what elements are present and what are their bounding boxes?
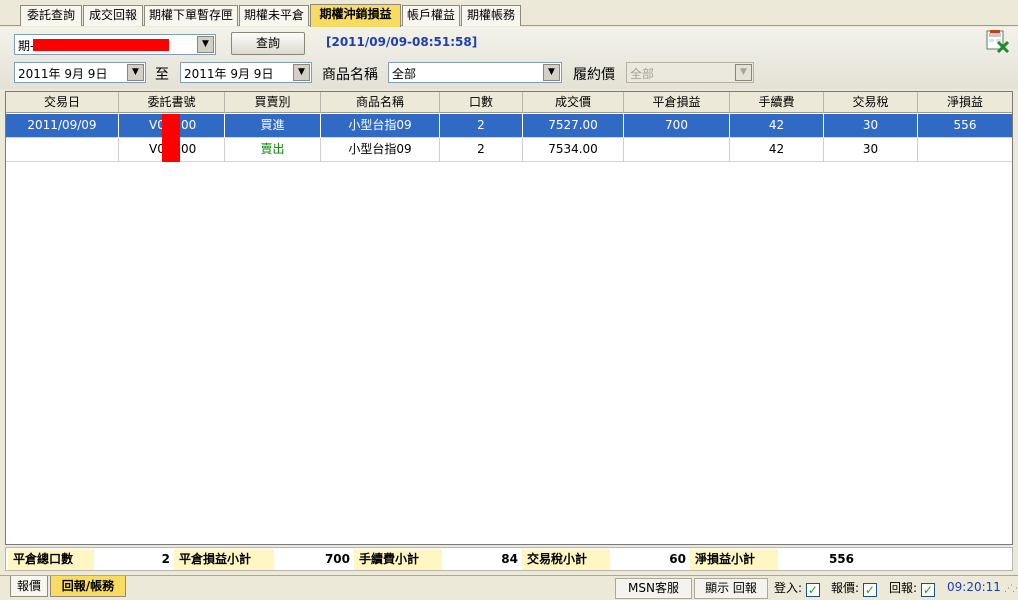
tab-bar: 委託查詢 成交回報 期權下單暫存匣 期權未平倉 期權沖銷損益 帳戶權益 期權帳務 <box>0 0 1018 27</box>
table-row[interactable]: 2011/09/09 V0 00 買進 小型台指09 2 7527.00 700… <box>6 114 1012 138</box>
date-from-picker[interactable]: 2011年 9月 9日 ▼ <box>14 62 146 83</box>
status-bar: 報價 回報/帳務 MSN客服 顯示 回報 登入: ✓ 報價: ✓ 回報: ✓ 0… <box>0 575 1018 600</box>
login-checkbox[interactable]: ✓ <box>805 583 820 597</box>
query-toolbar: 期- ▼ 查詢 [2011/09/09-08:51:58] 2011年 9月 9… <box>0 27 1018 89</box>
reply-label: 回報: <box>889 581 918 595</box>
tab-account-equity[interactable]: 帳戶權益 <box>402 5 460 26</box>
account-prefix: 期- <box>18 39 35 53</box>
excel-export-icon[interactable] <box>986 29 1010 53</box>
col-price[interactable]: 成交價 <box>523 92 624 113</box>
cell-offset-pnl: 700 <box>624 114 730 138</box>
reply-status: 回報: ✓ <box>889 579 935 598</box>
pnl-subtotal-label: 平倉損益小計 <box>174 549 274 570</box>
col-fee[interactable]: 手續費 <box>730 92 824 113</box>
query-button[interactable]: 查詢 <box>231 32 305 55</box>
cell-tax: 30 <box>824 138 918 162</box>
summary-bar: 平倉總口數 2 平倉損益小計 700 手續費小計 84 交易稅小計 60 淨損益… <box>5 547 1013 571</box>
cell-qty: 2 <box>440 138 523 162</box>
product-label: 商品名稱 <box>322 67 378 83</box>
col-side[interactable]: 買賣別 <box>225 92 321 113</box>
clock: 09:20:11 <box>947 580 1001 594</box>
account-select[interactable]: 期- ▼ <box>14 34 216 55</box>
cell-price: 7534.00 <box>523 138 624 162</box>
grid-header: 交易日 委託書號 買賣別 商品名稱 口數 成交價 平倉損益 手續費 交易稅 淨損… <box>6 92 1012 113</box>
cell-qty: 2 <box>440 114 523 138</box>
net-subtotal-value: 556 <box>828 552 854 566</box>
chevron-down-icon[interactable]: ▼ <box>197 36 214 53</box>
date-to-picker[interactable]: 2011年 9月 9日 ▼ <box>180 62 312 83</box>
date-range-to-label: 至 <box>155 67 169 83</box>
quote-status: 報價: ✓ <box>831 579 877 598</box>
cell-trade-date <box>6 138 119 162</box>
cell-product: 小型台指09 <box>321 138 440 162</box>
chevron-down-icon[interactable]: ▼ <box>293 64 310 81</box>
col-offset-pnl[interactable]: 平倉損益 <box>624 92 730 113</box>
cell-trade-date: 2011/09/09 <box>6 114 119 138</box>
msn-support-button[interactable]: MSN客服 <box>615 578 692 599</box>
bottom-tab-reports[interactable]: 回報/帳務 <box>50 576 126 597</box>
order-no-suffix: 00 <box>181 118 197 132</box>
cell-tax: 30 <box>824 114 918 138</box>
col-qty[interactable]: 口數 <box>440 92 523 113</box>
col-tax[interactable]: 交易稅 <box>824 92 918 113</box>
cell-price: 7527.00 <box>523 114 624 138</box>
table-row[interactable]: V0 00 賣出 小型台指09 2 7534.00 42 30 <box>6 138 1012 162</box>
cell-offset-pnl <box>624 138 730 162</box>
cell-product: 小型台指09 <box>321 114 440 138</box>
total-qty-label: 平倉總口數 <box>8 549 94 570</box>
product-value: 全部 <box>392 67 417 81</box>
tab-fill-report[interactable]: 成交回報 <box>83 5 143 26</box>
cell-fee: 42 <box>730 114 824 138</box>
col-net-pnl[interactable]: 淨損益 <box>918 92 1012 113</box>
fee-subtotal-value: 84 <box>501 552 518 566</box>
quote-label: 報價: <box>831 581 860 595</box>
strike-label: 履約價 <box>573 67 615 83</box>
login-label: 登入: <box>774 581 803 595</box>
date-from-value: 2011年 9月 9日 <box>18 67 108 81</box>
show-report-button[interactable]: 顯示 回報 <box>694 578 768 599</box>
account-redaction <box>33 39 169 51</box>
total-qty-value: 2 <box>161 552 170 566</box>
chevron-down-icon[interactable]: ▼ <box>543 64 560 81</box>
date-to-value: 2011年 9月 9日 <box>184 67 274 81</box>
chevron-down-icon[interactable]: ▼ <box>127 64 144 81</box>
pnl-subtotal-value: 700 <box>324 552 350 566</box>
tab-order-draft[interactable]: 期權下單暫存匣 <box>144 5 238 26</box>
tax-subtotal-value: 60 <box>669 552 686 566</box>
cell-fee: 42 <box>730 138 824 162</box>
cell-side: 賣出 <box>225 138 321 162</box>
query-timestamp: [2011/09/09-08:51:58] <box>326 35 478 49</box>
cell-net-pnl <box>918 138 1012 162</box>
strike-select: 全部 ▼ <box>626 62 754 83</box>
resize-grip-icon[interactable]: ⋰⋰ <box>1004 584 1018 594</box>
offset-pnl-grid[interactable]: 交易日 委託書號 買賣別 商品名稱 口數 成交價 平倉損益 手續費 交易稅 淨損… <box>5 91 1013 545</box>
quote-checkbox[interactable]: ✓ <box>862 583 877 597</box>
tab-order-query[interactable]: 委託查詢 <box>20 5 82 26</box>
order-no-suffix: 00 <box>181 142 197 156</box>
order-no-redaction <box>162 114 180 162</box>
fee-subtotal-label: 手續費小計 <box>354 549 442 570</box>
col-trade-date[interactable]: 交易日 <box>6 92 119 113</box>
strike-value: 全部 <box>630 67 655 81</box>
reply-checkbox[interactable]: ✓ <box>920 583 935 597</box>
tax-subtotal-label: 交易稅小計 <box>522 549 610 570</box>
tab-offset-pnl[interactable]: 期權沖銷損益 <box>310 4 401 27</box>
cell-net-pnl: 556 <box>953 118 977 132</box>
chevron-down-icon: ▼ <box>735 64 752 81</box>
cell-side: 買進 <box>225 114 321 138</box>
col-product[interactable]: 商品名稱 <box>321 92 440 113</box>
col-order-no[interactable]: 委託書號 <box>119 92 225 113</box>
product-select[interactable]: 全部 ▼ <box>388 62 562 83</box>
bottom-tab-quotes[interactable]: 報價 <box>10 576 48 597</box>
tab-account-ledger[interactable]: 期權帳務 <box>461 5 521 26</box>
net-subtotal-label: 淨損益小計 <box>690 549 778 570</box>
tab-open-positions[interactable]: 期權未平倉 <box>239 5 309 26</box>
login-status: 登入: ✓ <box>774 579 820 598</box>
